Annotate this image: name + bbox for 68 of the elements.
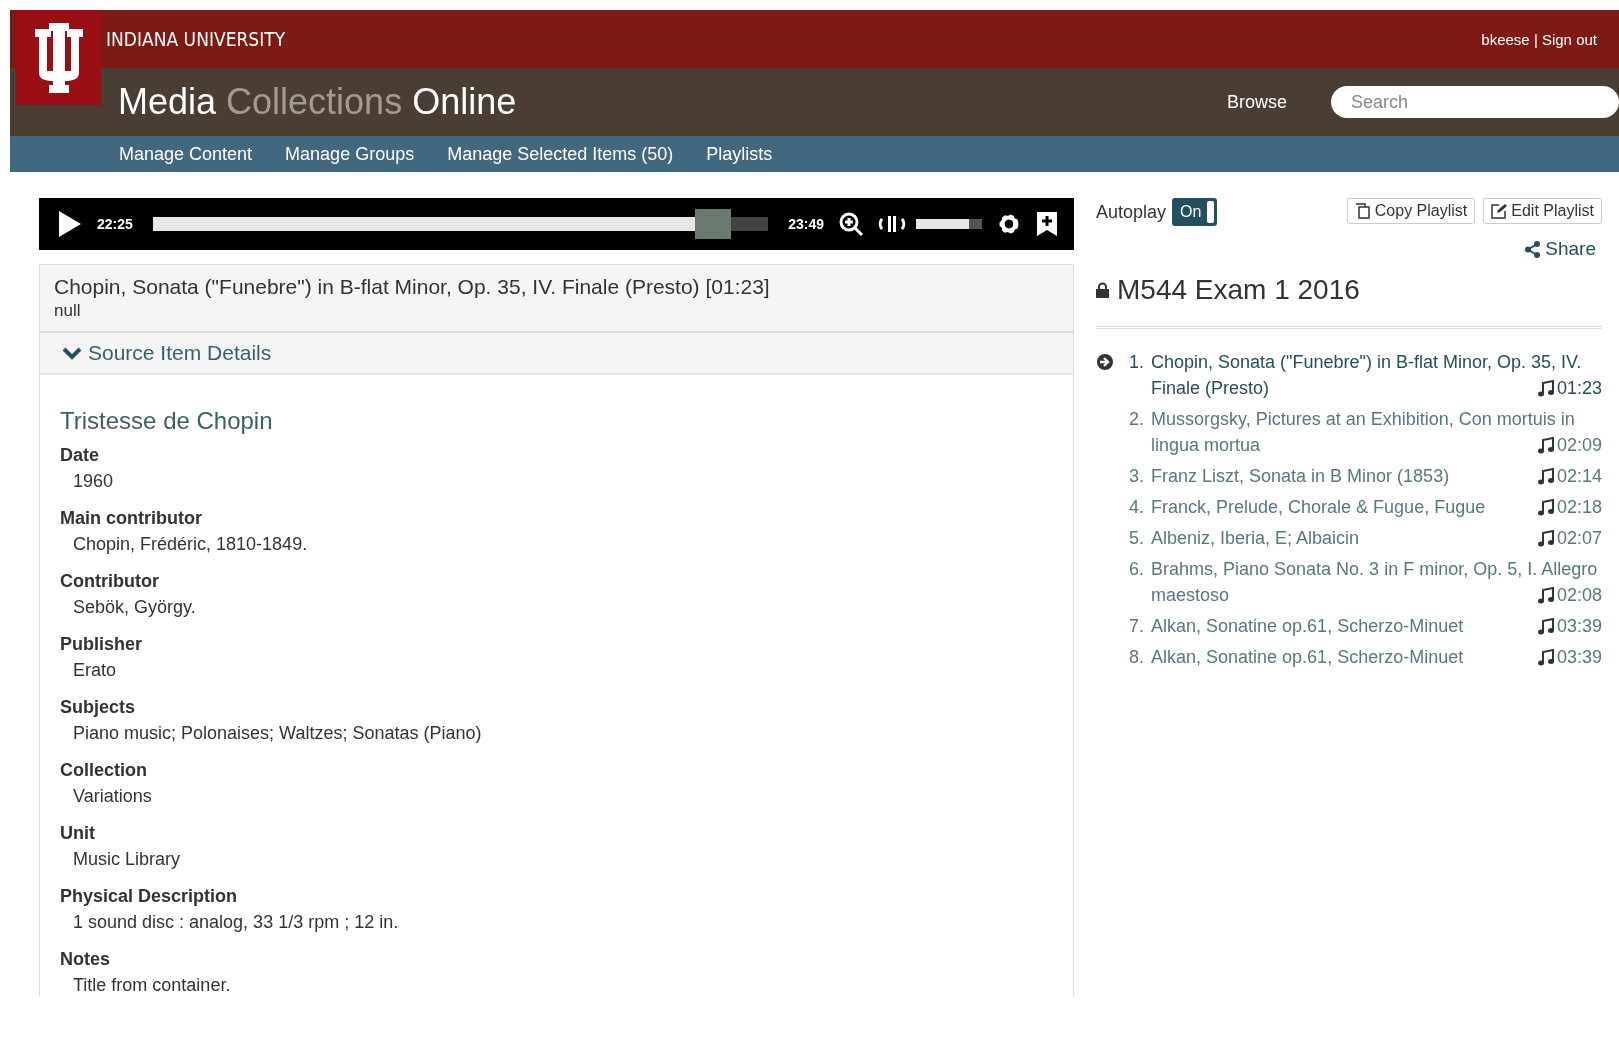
chevron-icon	[62, 346, 82, 360]
copy-icon	[1354, 203, 1371, 219]
site-title: Media Collections Online	[118, 81, 518, 123]
playlist-item[interactable]: 3. Franz Liszt, Sonata in B Minor (1853) 02:14	[1096, 463, 1602, 489]
playlist-item[interactable]: 8. Alkan, Sonatine op.61, Scherzo-Minuet 03:39	[1096, 644, 1602, 670]
music-note-icon	[1537, 467, 1554, 485]
share-link[interactable]: Share	[1096, 238, 1596, 260]
music-note-icon	[1537, 529, 1554, 547]
field-value: Sebök, György.	[72, 596, 197, 618]
music-note-icon	[1537, 498, 1554, 516]
nav-link[interactable]: Manage Content	[119, 143, 253, 165]
field-label: Physical Description	[60, 886, 239, 907]
playlist-item[interactable]: 5. Albeniz, Iberia, E; Albaicin 02:07	[1096, 525, 1602, 551]
item-subtitle: null	[54, 301, 82, 321]
nav-link[interactable]: Playlists	[706, 143, 773, 165]
progress-track[interactable]	[152, 209, 769, 239]
university-name: INDIANA UNIVERSITY	[106, 28, 286, 50]
volume-slider[interactable]	[916, 219, 982, 229]
edit-playlist-button[interactable]: Edit Playlist	[1483, 198, 1602, 224]
volume-icon[interactable]	[878, 213, 906, 235]
field-label: Collection	[60, 760, 148, 781]
duration: 23:49	[788, 216, 824, 232]
field-value: Erato	[72, 659, 118, 681]
music-note-icon	[1537, 648, 1554, 666]
field-label: Subjects	[60, 697, 137, 718]
source-title: Tristesse de Chopin	[60, 407, 274, 435]
field-label: Date	[60, 445, 100, 466]
autoplay-label: Autoplay	[1096, 201, 1167, 223]
bookmark-add-icon[interactable]	[1036, 211, 1058, 237]
playlist-item[interactable]: 4. Franck, Prelude, Chorale & Fugue, Fugue 02:18	[1096, 494, 1602, 520]
field-label: Contributor	[60, 571, 160, 592]
playlist-item[interactable]: 2. Mussorgsky, Pictures at an Exhibition, Con mortuis in lingua mortua 02:09	[1096, 406, 1602, 458]
source-details-toggle[interactable]: Source Item Details	[40, 333, 1073, 375]
copy-playlist-button[interactable]: Copy Playlist	[1346, 198, 1476, 224]
progress-handle[interactable]	[695, 209, 732, 239]
playlist-item[interactable]: 6. Brahms, Piano Sonata No. 3 in F minor, Op. 5, I. Allegro maestoso 02:08	[1096, 556, 1602, 608]
item-title: Chopin, Sonata ("Funebre") in B-flat Minor, Op. 35, IV. Finale (Presto) [01:23]	[54, 275, 771, 299]
playlist-item[interactable]: 7. Alkan, Sonatine op.61, Scherzo-Minuet 03:39	[1096, 613, 1602, 639]
play-icon[interactable]	[57, 210, 83, 238]
field-value: Piano music; Polonaises; Waltzes; Sonatas (Piano)	[72, 722, 483, 744]
music-note-icon	[1537, 379, 1554, 397]
user-links[interactable]: bkeese | Sign out	[1481, 30, 1597, 48]
nav-link[interactable]: Manage Groups	[285, 143, 415, 165]
search-field[interactable]: Search	[1331, 86, 1619, 118]
browse-link[interactable]: Browse	[1226, 91, 1287, 113]
autoplay-toggle[interactable]: On	[1172, 198, 1218, 226]
edit-icon	[1491, 203, 1508, 219]
field-label: Unit	[60, 823, 96, 844]
field-value: 1960	[72, 470, 115, 492]
field-label: Publisher	[60, 634, 144, 655]
trident-icon	[34, 22, 83, 93]
share-icon	[1524, 240, 1542, 258]
zoom-in-icon[interactable]	[838, 211, 864, 237]
field-label: Main contributor	[60, 508, 203, 529]
field-value: 1 sound disc : analog, 33 1/3 rpm ; 12 in.	[72, 911, 400, 933]
lock-icon	[1096, 282, 1109, 298]
current-time: 22:25	[97, 216, 133, 232]
nav-link[interactable]: Manage Selected Items (50)	[447, 143, 674, 165]
field-value: Music Library	[72, 848, 182, 870]
music-note-icon	[1537, 436, 1554, 454]
music-note-icon	[1537, 617, 1554, 635]
music-note-icon	[1537, 586, 1554, 604]
playlist-item[interactable]: 1. Chopin, Sonata ("Funebre") in B-flat Minor, Op. 35, IV. Finale (Presto) 01:23	[1096, 349, 1602, 401]
field-value: Variations	[72, 785, 153, 807]
field-label: Notes	[60, 949, 111, 970]
playlist-title: M544 Exam 1 2016	[1117, 274, 1360, 306]
field-value: Title from container.	[72, 974, 232, 996]
field-value: Chopin, Frédéric, 1810-1849.	[72, 533, 309, 555]
